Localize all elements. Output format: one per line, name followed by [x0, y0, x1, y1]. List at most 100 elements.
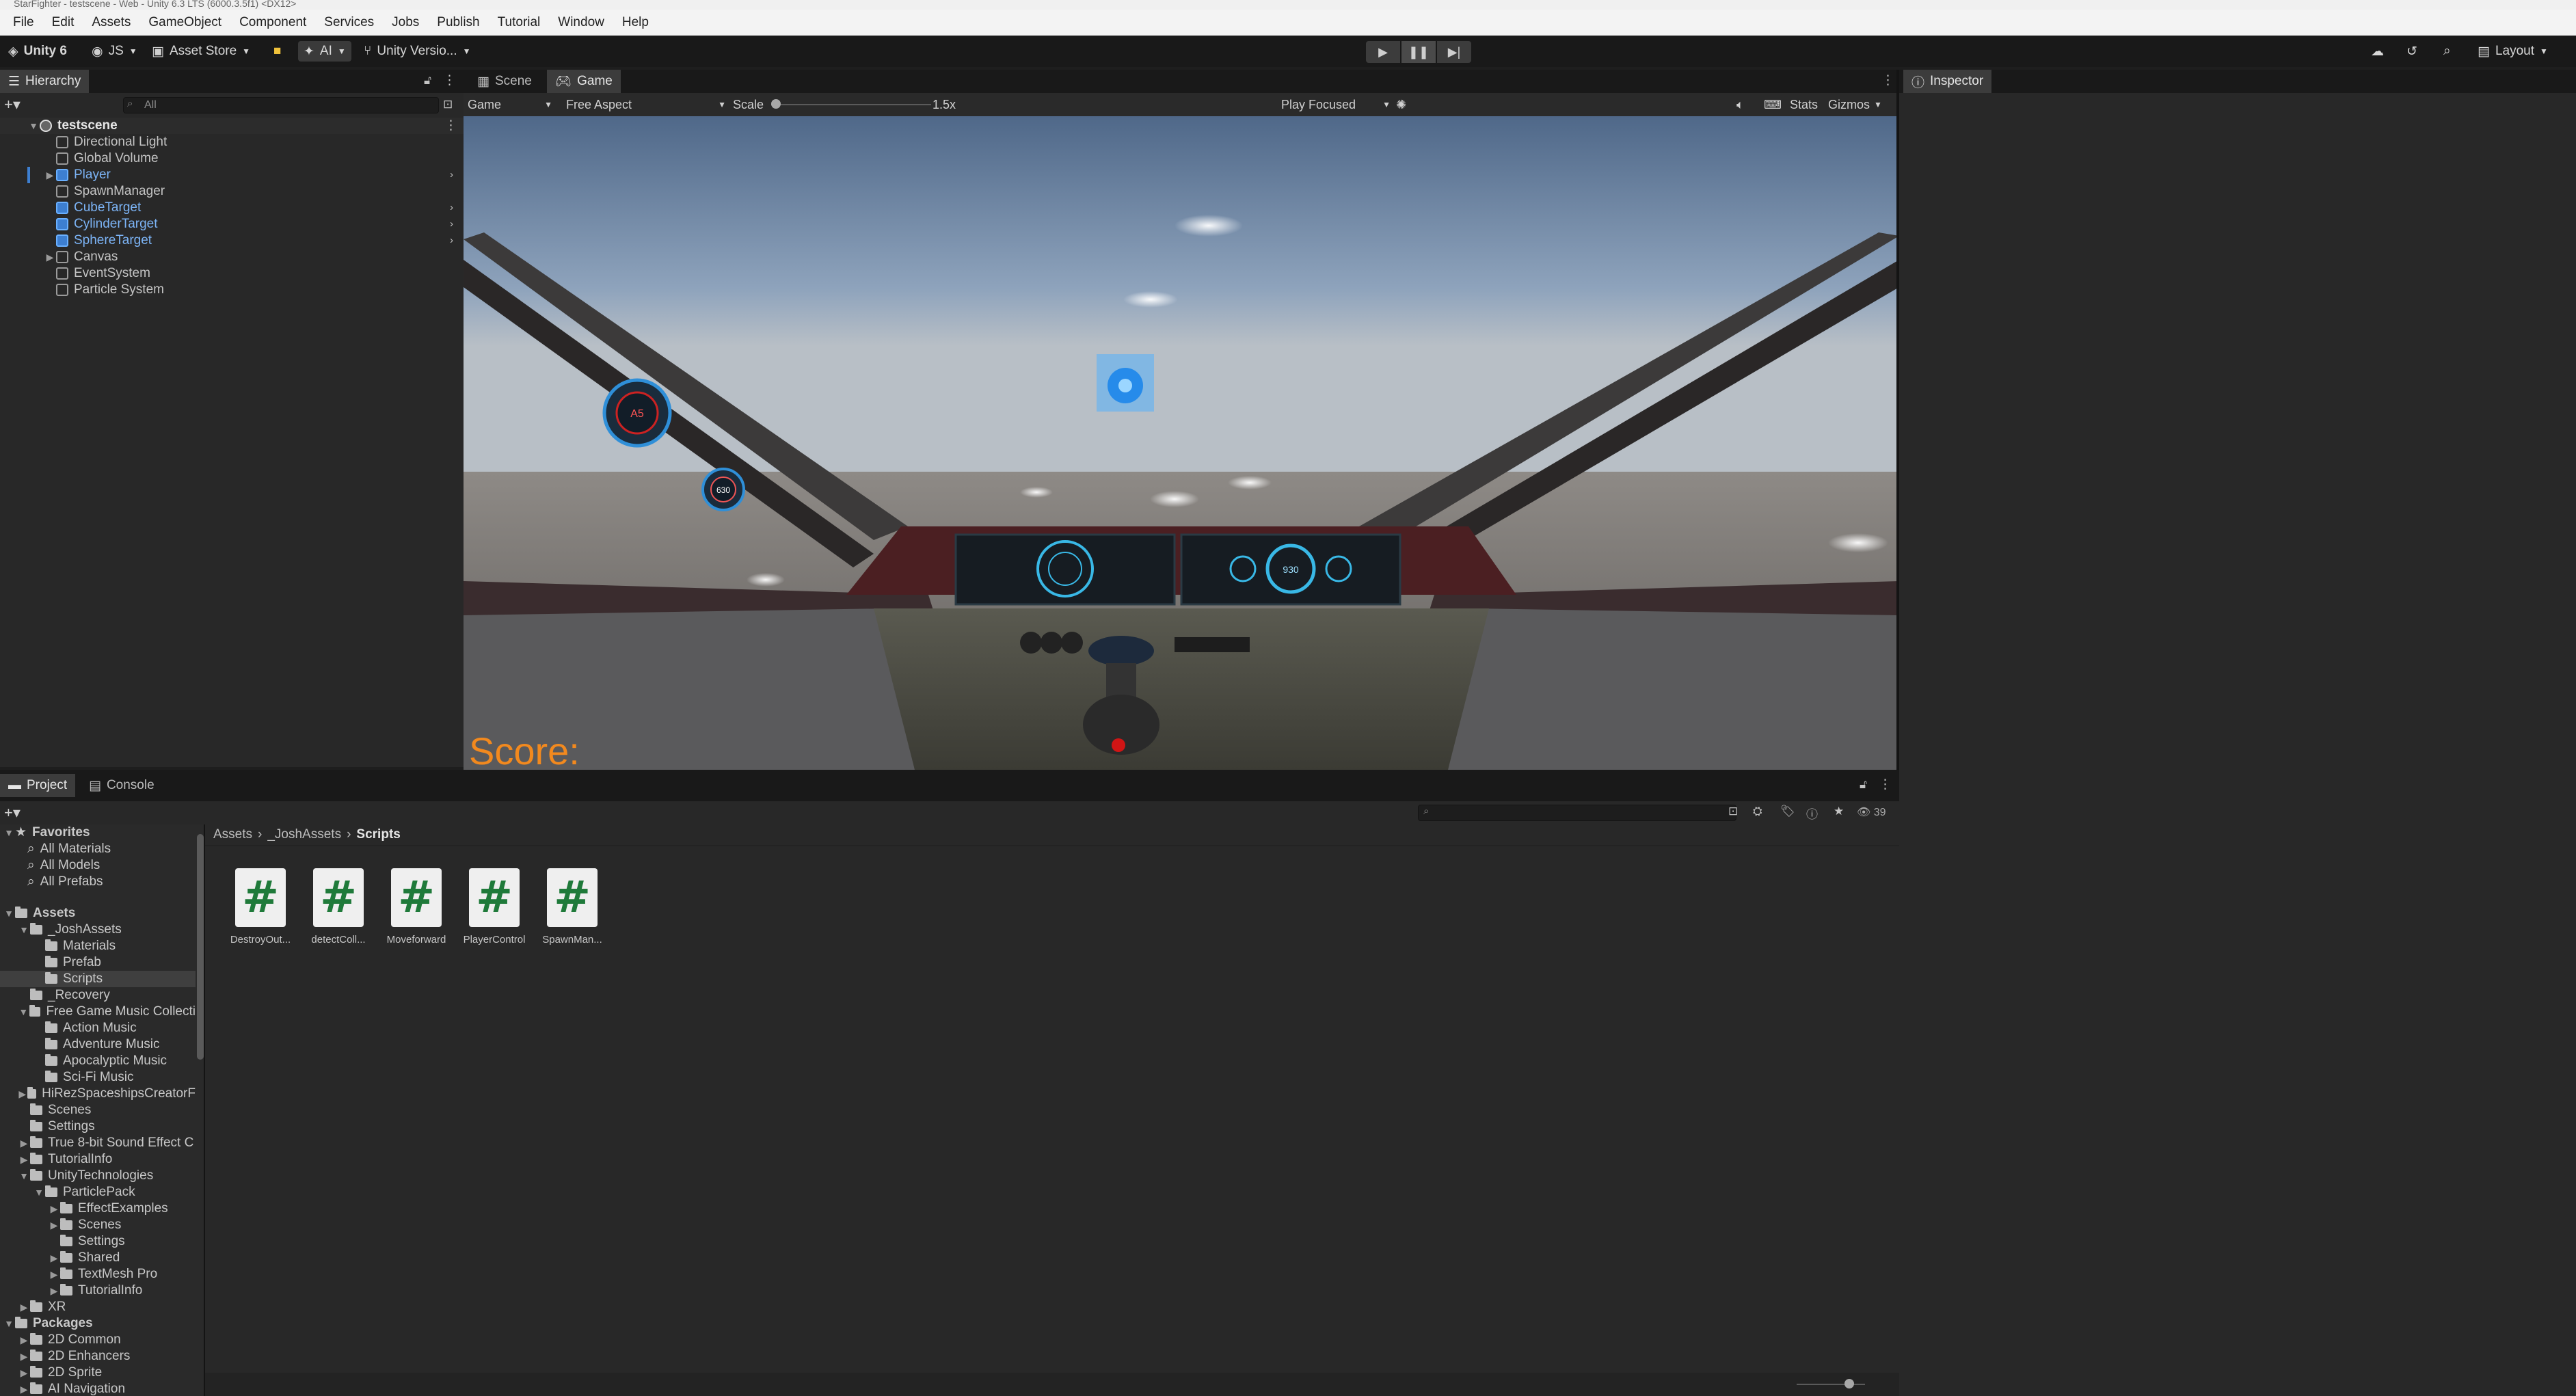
- expand-arrow-icon[interactable]: ▶: [18, 1332, 30, 1348]
- lock-icon[interactable]: 🔓︎: [1860, 778, 1867, 792]
- services-button[interactable]: ■: [268, 41, 286, 62]
- tab-inspector[interactable]: ⓘ Inspector: [1903, 70, 1992, 93]
- script-asset-tile[interactable]: # PlayerControl: [457, 868, 532, 957]
- scene-menu-icon[interactable]: ⋮: [444, 118, 457, 134]
- search-options-icon[interactable]: ⊡: [443, 98, 453, 111]
- project-search-input[interactable]: [1418, 805, 1736, 821]
- project-tree-item[interactable]: Action Music: [0, 1020, 196, 1036]
- expand-arrow-icon[interactable]: ▶: [44, 249, 56, 265]
- hierarchy-search-input[interactable]: All: [123, 97, 439, 113]
- hierarchy-item[interactable]: Global Volume: [0, 150, 464, 167]
- expand-arrow-icon[interactable]: ▶: [48, 1283, 60, 1299]
- script-asset-tile[interactable]: # DestroyOut...: [223, 868, 298, 957]
- hidden-packages-toggle[interactable]: 👁︎ 39: [1857, 805, 1886, 819]
- cloud-button[interactable]: ☁: [2365, 41, 2389, 62]
- project-tree-item[interactable]: ▶ Scenes: [0, 1217, 196, 1233]
- expand-arrow-icon[interactable]: ▼: [27, 118, 40, 134]
- filter-by-label-icon[interactable]: 🏷︎: [1780, 805, 1795, 818]
- expand-arrow-icon[interactable]: ▼: [33, 1184, 45, 1200]
- project-tree-item[interactable]: Prefab: [0, 954, 196, 971]
- project-tree-item[interactable]: Scripts: [0, 971, 196, 987]
- pause-button[interactable]: ❚❚: [1401, 41, 1436, 63]
- favorites-item[interactable]: ⌕ All Materials: [27, 841, 111, 857]
- expand-arrow-icon[interactable]: ▶: [18, 1135, 30, 1151]
- project-tree-item[interactable]: ▶ EffectExamples: [0, 1200, 196, 1217]
- hierarchy-item[interactable]: ▶ Canvas: [0, 249, 464, 265]
- panel-menu-icon[interactable]: ⋮: [1879, 777, 1892, 792]
- project-tree-item[interactable]: ▼ Packages: [0, 1315, 196, 1332]
- keyboard-icon[interactable]: ⌨: [1764, 96, 1782, 113]
- stats-button[interactable]: Stats: [1790, 96, 1818, 113]
- expand-arrow-icon[interactable]: ▼: [3, 1315, 15, 1332]
- project-tree-item[interactable]: ▼ Free Game Music Collecti: [0, 1004, 196, 1020]
- panel-menu-icon[interactable]: ⋮: [1881, 72, 1894, 88]
- tab-project[interactable]: ▬ Project: [0, 774, 76, 797]
- expand-arrow-icon[interactable]: ▶: [18, 1365, 30, 1381]
- breadcrumb-item[interactable]: _JoshAssets: [267, 827, 341, 842]
- project-tree-item[interactable]: ▼ _JoshAssets: [0, 922, 196, 938]
- tab-game[interactable]: 🎮︎ Game: [547, 70, 621, 93]
- open-prefab-chevron-icon[interactable]: ›: [450, 200, 453, 216]
- display-dropdown[interactable]: Game ▼: [468, 96, 552, 113]
- version-control-dropdown[interactable]: ⑂ Unity Versio... ▼: [358, 41, 477, 62]
- scene-row[interactable]: ▼ testscene ⋮: [0, 118, 464, 134]
- project-tree-item[interactable]: ▶ Shared: [0, 1250, 196, 1266]
- project-tree-item[interactable]: _Recovery: [0, 987, 196, 1004]
- favorites-header[interactable]: ▼ ★ Favorites: [3, 824, 90, 841]
- project-tree-item[interactable]: ▶ TextMesh Pro: [0, 1266, 196, 1283]
- project-tree-item[interactable]: ▶ 2D Sprite: [0, 1365, 196, 1381]
- filter-by-type-icon[interactable]: ⛭: [1753, 805, 1762, 818]
- play-mode-dropdown[interactable]: Play Focused ▼: [1281, 96, 1391, 113]
- layout-dropdown[interactable]: ▤ Layout ▼: [2472, 41, 2553, 62]
- history-button[interactable]: ↺: [2401, 41, 2423, 62]
- hierarchy-item[interactable]: SpawnManager: [0, 183, 464, 200]
- expand-arrow-icon[interactable]: ▼: [18, 922, 30, 938]
- expand-arrow-icon[interactable]: ▶: [48, 1217, 60, 1233]
- expand-arrow-icon[interactable]: ▼: [18, 1168, 30, 1184]
- ai-dropdown[interactable]: ✦ AI ▼: [298, 41, 351, 62]
- tab-scene[interactable]: ▦ Scene: [469, 70, 540, 93]
- hierarchy-item[interactable]: EventSystem: [0, 265, 464, 282]
- menu-item-edit[interactable]: Edit: [43, 15, 83, 30]
- project-tree-item[interactable]: Adventure Music: [0, 1036, 196, 1053]
- breadcrumb-item-current[interactable]: Scripts: [356, 827, 400, 842]
- icon-size-slider-handle[interactable]: [1844, 1379, 1854, 1388]
- play-button[interactable]: ▶: [1366, 41, 1400, 63]
- hierarchy-item[interactable]: ▶ Player ›: [0, 167, 464, 183]
- menu-item-window[interactable]: Window: [549, 15, 613, 30]
- open-prefab-chevron-icon[interactable]: ›: [450, 232, 453, 249]
- favorites-star-icon[interactable]: ★: [1834, 805, 1844, 818]
- project-tree-item[interactable]: ▶ True 8-bit Sound Effect C: [0, 1135, 196, 1151]
- expand-arrow-icon[interactable]: ▼: [18, 1004, 29, 1020]
- open-prefab-chevron-icon[interactable]: ›: [450, 167, 453, 183]
- gizmos-button[interactable]: Gizmos ▼: [1828, 96, 1882, 113]
- panel-menu-icon[interactable]: ⋮: [443, 72, 456, 88]
- hierarchy-item[interactable]: Directional Light: [0, 134, 464, 150]
- hierarchy-item[interactable]: CylinderTarget ›: [0, 216, 464, 232]
- expand-arrow-icon[interactable]: ▶: [18, 1151, 30, 1168]
- project-tree-item[interactable]: ▼ UnityTechnologies: [0, 1168, 196, 1184]
- lock-icon[interactable]: 🔓︎: [424, 74, 431, 88]
- tree-scrollbar-thumb[interactable]: [197, 834, 204, 1060]
- breadcrumb-item[interactable]: Assets: [213, 827, 252, 842]
- hierarchy-item[interactable]: Particle System: [0, 282, 464, 298]
- open-prefab-chevron-icon[interactable]: ›: [450, 216, 453, 232]
- expand-arrow-icon[interactable]: ▶: [18, 1348, 30, 1365]
- account-dropdown[interactable]: ◉ JS ▼: [86, 41, 143, 62]
- menu-item-services[interactable]: Services: [315, 15, 383, 30]
- aspect-dropdown[interactable]: Free Aspect ▼: [566, 96, 726, 113]
- expand-arrow-icon[interactable]: ▶: [48, 1250, 60, 1266]
- step-button[interactable]: ▶|: [1437, 41, 1471, 63]
- search-type-icon[interactable]: ⊡: [1728, 805, 1738, 818]
- project-tree-item[interactable]: Settings: [0, 1233, 196, 1250]
- project-tree-item[interactable]: ▶ 2D Common: [0, 1332, 196, 1348]
- menu-item-file[interactable]: File: [4, 15, 43, 30]
- scale-slider[interactable]: [771, 99, 931, 109]
- menu-item-component[interactable]: Component: [230, 15, 315, 30]
- project-tree-item[interactable]: Sci-Fi Music: [0, 1069, 196, 1086]
- script-asset-tile[interactable]: # SpawnMan...: [535, 868, 610, 957]
- project-tree-item[interactable]: ▶ HiRezSpaceshipsCreatorF: [0, 1086, 196, 1102]
- project-tree-item[interactable]: ▼ Assets: [0, 905, 196, 922]
- scale-slider-handle[interactable]: [771, 99, 781, 109]
- project-tree-item[interactable]: ▶ AI Navigation: [0, 1381, 196, 1396]
